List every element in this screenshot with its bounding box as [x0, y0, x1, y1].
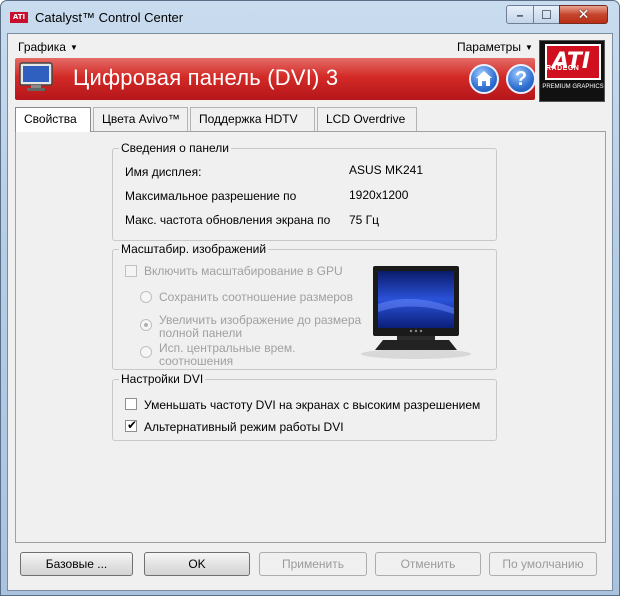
page-title: Цифровая панель (DVI) 3 — [73, 65, 339, 90]
max-resolution-label: Максимальное разрешение по — [125, 189, 297, 203]
tab-lcd-overdrive[interactable]: LCD Overdrive — [317, 107, 417, 131]
ati-radeon-logo: ATI RADEON PREMIUM GRAPHICS — [539, 40, 605, 102]
radeon-logo-text: RADEON — [546, 65, 580, 72]
maximize-icon: ☐ — [541, 7, 552, 22]
basic-button[interactable]: Базовые ... — [20, 552, 133, 576]
group-title: Настройки DVI — [119, 372, 206, 386]
display-name-value: ASUS MK241 — [349, 163, 424, 177]
tab-hdtv-support[interactable]: Поддержка HDTV — [190, 107, 315, 131]
premium-graphics-text: PREMIUM GRAPHICS — [542, 84, 604, 90]
cancel-button[interactable]: Отменить — [375, 552, 481, 576]
home-icon — [476, 71, 492, 86]
ok-button[interactable]: OK — [144, 552, 250, 576]
client-area: Графика ▼ Параметры ▼ Цифровая панель (DVI… — [7, 33, 613, 591]
radio-dot — [144, 323, 148, 327]
gpu-scaling-label: Включить масштабирование в GPU — [144, 264, 343, 278]
close-icon: ✕ — [577, 6, 590, 22]
defaults-button[interactable]: По умолчанию — [489, 552, 597, 576]
help-icon: ? — [514, 68, 528, 90]
page-banner: Цифровая панель (DVI) 3 ? — [15, 58, 536, 100]
menu-graphics[interactable]: Графика ▼ — [18, 40, 78, 54]
max-refresh-value: 75 Гц — [349, 213, 380, 227]
close-button[interactable]: ✕ — [559, 5, 608, 24]
full-panel-radio[interactable] — [140, 319, 152, 331]
dvi-settings-group: Настройки DVI Уменьшать частоту DVI на э… — [112, 372, 497, 441]
ati-logo-badge: ATI — [545, 44, 601, 80]
alt-dvi-mode-label: Альтернативный режим работы DVI — [144, 420, 344, 434]
chevron-down-icon: ▼ — [69, 43, 78, 52]
window-title: Catalyst™ Control Center — [35, 10, 184, 25]
title-bar[interactable]: ATI Catalyst™ Control Center – ☐ ✕ — [1, 1, 619, 33]
minimize-icon: – — [516, 7, 524, 22]
ati-app-icon: ATI — [10, 12, 28, 23]
panel-info-group: Сведения о панели Имя дисплея: ASUS MK24… — [112, 141, 497, 241]
gpu-scaling-checkbox[interactable] — [125, 265, 137, 277]
app-window: ATI Catalyst™ Control Center – ☐ ✕ Графи… — [0, 0, 620, 596]
centered-timing-radio[interactable] — [140, 346, 152, 358]
group-title: Сведения о панели — [119, 141, 231, 155]
tab-properties[interactable]: Свойства — [15, 107, 91, 132]
apply-button[interactable]: Применить — [259, 552, 367, 576]
centered-timing-label-line2: соотношения — [159, 354, 234, 368]
checkmark-icon: ✔ — [127, 418, 138, 432]
properties-panel: Сведения о панели Имя дисплея: ASUS MK24… — [15, 131, 606, 543]
reduce-dvi-frequency-label: Уменьшать частоту DVI на экранах с высок… — [144, 398, 481, 412]
chevron-down-icon: ▼ — [524, 43, 533, 52]
full-panel-label-line2: полной панели — [159, 326, 243, 340]
max-resolution-value: 1920x1200 — [349, 188, 409, 202]
menu-options-label: Параметры — [457, 40, 521, 54]
button-bar: Базовые ... OK Применить Отменить По умо… — [15, 548, 606, 584]
group-title: Масштабир. изображений — [119, 242, 269, 256]
monitor-icon — [19, 62, 53, 91]
monitor-preview-image — [361, 266, 471, 359]
maximize-button[interactable]: ☐ — [533, 5, 560, 24]
alt-dvi-mode-checkbox[interactable]: ✔ — [125, 418, 138, 432]
display-name-label: Имя дисплея: — [125, 165, 202, 179]
menu-options[interactable]: Параметры ▼ — [457, 40, 533, 54]
scaling-group: Масштабир. изображений Включить масштаби… — [112, 242, 497, 370]
minimize-button[interactable]: – — [506, 5, 534, 24]
home-button[interactable] — [469, 64, 499, 94]
help-button[interactable]: ? — [506, 64, 536, 94]
keep-aspect-label: Сохранить соотношение размеров — [159, 290, 353, 304]
max-refresh-label: Макс. частота обновления экрана по — [125, 213, 331, 227]
menu-graphics-label: Графика — [18, 40, 66, 54]
reduce-dvi-frequency-checkbox[interactable] — [125, 398, 137, 410]
keep-aspect-radio[interactable] — [140, 291, 152, 303]
tab-avivo-colors[interactable]: Цвета Avivo™ — [93, 107, 188, 131]
menu-bar: Графика ▼ Параметры ▼ — [8, 34, 612, 58]
